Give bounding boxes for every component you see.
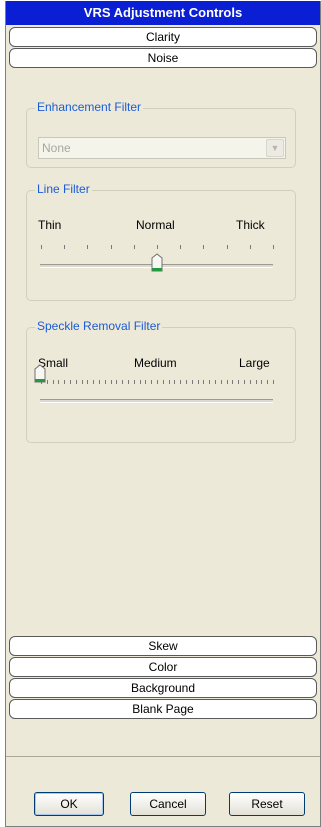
chevron-down-icon[interactable]: ▼: [266, 139, 284, 157]
slider-tick: [53, 380, 54, 384]
slider-tick: [227, 380, 228, 384]
line-filter-label-thin: Thin: [38, 218, 62, 232]
slider-tick: [116, 380, 117, 384]
slider-tick: [227, 245, 228, 249]
speckle-removal-legend: Speckle Removal Filter: [35, 319, 163, 333]
slider-tick: [273, 380, 274, 384]
background-section-button[interactable]: Background: [9, 678, 317, 698]
slider-tick: [192, 380, 193, 384]
slider-tick: [256, 380, 257, 384]
speckle-removal-filter-group: Speckle Removal Filter Small Medium Larg…: [26, 319, 296, 443]
slider-tick: [64, 245, 65, 249]
slider-tick: [87, 245, 88, 249]
line-filter-ticks: [41, 245, 274, 251]
slider-tick: [76, 380, 77, 384]
divider: [6, 756, 320, 760]
slider-tick: [105, 380, 106, 384]
blank-page-section-button[interactable]: Blank Page: [9, 699, 317, 719]
slider-tick: [180, 380, 181, 384]
slider-tick: [128, 380, 129, 384]
line-filter-legend: Line Filter: [35, 182, 92, 196]
slider-tick: [198, 380, 199, 384]
slider-tick: [169, 380, 170, 384]
clarity-section-button[interactable]: Clarity: [9, 27, 317, 47]
slider-tick: [215, 380, 216, 384]
slider-tick: [261, 380, 262, 384]
slider-tick: [111, 380, 112, 384]
speckle-filter-ticks: [41, 380, 274, 386]
cancel-button[interactable]: Cancel: [130, 792, 206, 816]
line-filter-label-normal: Normal: [136, 218, 175, 232]
reset-button[interactable]: Reset: [229, 792, 305, 816]
slider-tick: [111, 245, 112, 249]
slider-tick: [238, 380, 239, 384]
slider-tick: [64, 380, 65, 384]
slider-tick: [250, 380, 251, 384]
slider-tick: [157, 380, 158, 384]
line-filter-group: Line Filter Thin Normal Thick: [26, 182, 296, 301]
slider-tick: [134, 245, 135, 249]
slider-tick: [93, 380, 94, 384]
color-section-button[interactable]: Color: [9, 657, 317, 677]
slider-tick: [209, 380, 210, 384]
slider-tick: [203, 380, 204, 384]
slider-tick: [186, 380, 187, 384]
speckle-label-medium: Medium: [134, 356, 177, 370]
line-filter-slider-thumb[interactable]: [151, 253, 163, 273]
enhancement-filter-value: None: [42, 141, 71, 155]
slider-tick: [151, 380, 152, 384]
slider-tick: [157, 245, 158, 249]
slider-tick: [134, 380, 135, 384]
slider-tick: [70, 380, 71, 384]
vrs-adjustment-panel: VRS Adjustment Controls Clarity Noise En…: [5, 1, 321, 827]
enhancement-filter-select[interactable]: None ▼: [38, 137, 286, 159]
slider-tick: [41, 245, 42, 249]
enhancement-filter-legend: Enhancement Filter: [35, 100, 144, 114]
slider-tick: [82, 380, 83, 384]
slider-tick: [232, 380, 233, 384]
slider-tick: [163, 380, 164, 384]
slider-tick: [99, 380, 100, 384]
speckle-label-large: Large: [239, 356, 270, 370]
speckle-filter-track[interactable]: [40, 399, 273, 403]
skew-section-button[interactable]: Skew: [9, 636, 317, 656]
noise-section-button[interactable]: Noise: [9, 48, 317, 68]
slider-tick: [58, 380, 59, 384]
slider-tick: [122, 380, 123, 384]
speckle-filter-slider-thumb[interactable]: [34, 364, 46, 384]
panel-title: VRS Adjustment Controls: [6, 1, 320, 25]
slider-tick: [145, 380, 146, 384]
ok-button[interactable]: OK: [34, 792, 104, 816]
slider-tick: [87, 380, 88, 384]
slider-tick: [47, 380, 48, 384]
line-filter-label-thick: Thick: [236, 218, 265, 232]
slider-tick: [174, 380, 175, 384]
slider-tick: [273, 245, 274, 249]
slider-tick: [180, 245, 181, 249]
slider-tick: [267, 380, 268, 384]
slider-tick: [140, 380, 141, 384]
slider-tick: [250, 245, 251, 249]
slider-tick: [203, 245, 204, 249]
enhancement-filter-group: Enhancement Filter None ▼: [26, 100, 296, 168]
slider-tick: [221, 380, 222, 384]
slider-tick: [244, 380, 245, 384]
